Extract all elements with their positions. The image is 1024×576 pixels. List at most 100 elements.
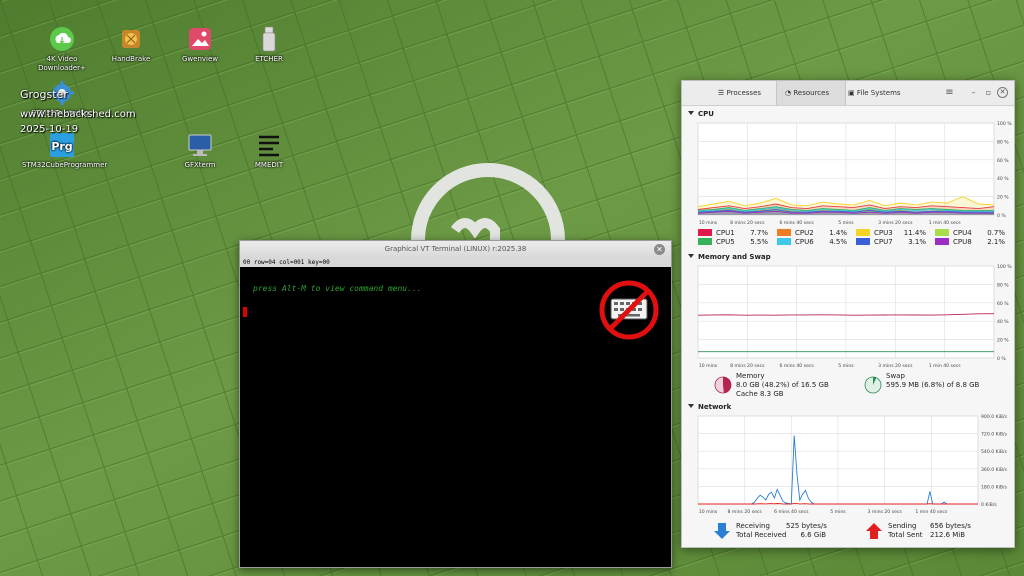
no-keyboard-icon xyxy=(599,280,659,340)
desktop-icon-label: 4K Video Downloader+ xyxy=(38,55,86,72)
desktop-icon-4k-video-downloader[interactable]: 4K Video Downloader+ xyxy=(22,26,102,73)
cpu-name: CPU4 xyxy=(953,229,972,237)
y-tick-label: 0 % xyxy=(997,356,1006,362)
cpu-legend-item-cpu3[interactable]: CPU3 11.4% xyxy=(856,229,932,237)
y-tick-label: 540.0 KiB/s xyxy=(981,449,1008,455)
cpu-legend-item-cpu7[interactable]: CPU7 3.1% xyxy=(856,238,932,246)
color-swatch[interactable] xyxy=(935,238,949,245)
cpu-name: CPU7 xyxy=(874,238,893,246)
cpu-legend-item-cpu6[interactable]: CPU6 4.5% xyxy=(777,238,853,246)
x-tick-label: 8 mins 20 secs xyxy=(727,509,762,515)
text-lines-icon xyxy=(259,135,279,157)
cpu-legend-item-cpu5[interactable]: CPU5 5.5% xyxy=(698,238,774,246)
cpu-name: CPU2 xyxy=(795,229,814,237)
color-swatch[interactable] xyxy=(856,229,870,236)
desktop-icon-handbrake[interactable]: HandBrake xyxy=(91,26,171,64)
section-network-header[interactable]: Network xyxy=(688,403,731,411)
total-sent-label: Total Sent xyxy=(888,531,923,539)
terminal-status-bar: 00 row=04 col=001 key=00 xyxy=(240,258,671,267)
cpu-name: CPU5 xyxy=(716,238,735,246)
vt-terminal-window[interactable]: Graphical VT Terminal (LINUX) r:2025.38 … xyxy=(239,240,672,568)
download-cloud-icon xyxy=(50,27,74,51)
hamburger-menu-icon[interactable]: ≡ xyxy=(944,87,955,98)
x-tick-label: 1 min 40 secs xyxy=(929,363,962,369)
desktop-icon-label: ETCHER xyxy=(255,55,283,63)
memory-history-chart: 100 % 80 % 60 % 40 % 20 % 0 % 10 mins 8 mins 20… xyxy=(697,264,1012,369)
cpu-name: CPU8 xyxy=(953,238,972,246)
section-memory-header[interactable]: Memory and Swap xyxy=(688,253,771,261)
cpu-value: 3.1% xyxy=(908,238,926,246)
tab-resources[interactable]: ◔ Resources xyxy=(776,81,846,105)
sending-value: 656 bytes/s xyxy=(930,522,971,530)
x-tick-label: 10 mins xyxy=(699,363,718,369)
x-tick-label: 6 mins 40 secs xyxy=(779,220,814,226)
total-received-value: 6.6 GiB xyxy=(800,531,826,539)
image-viewer-icon xyxy=(189,28,211,50)
y-tick-label: 60 % xyxy=(997,158,1009,164)
desktop-icon-label: STM32CubeProgrammer xyxy=(22,161,108,169)
swap-value: 595.9 MB (6.8%) of 8.8 GB xyxy=(886,381,980,389)
y-tick-label: 180.0 KiB/s xyxy=(981,484,1008,490)
cpu-legend-item-cpu1[interactable]: CPU1 7.7% xyxy=(698,229,774,237)
x-tick-label: 5 mins xyxy=(838,220,854,226)
x-tick-label: 6 mins 40 secs xyxy=(774,509,809,515)
tab-label: Processes xyxy=(726,89,762,97)
color-swatch[interactable] xyxy=(935,229,949,236)
cpu-value: 4.5% xyxy=(829,238,847,246)
desktop-icon-label: Gwenview xyxy=(181,55,218,63)
desktop-icon-stm32cubeprogrammer[interactable]: Prg STM32CubeProgrammer xyxy=(22,132,107,170)
y-tick-label: 720.0 KiB/s xyxy=(981,432,1008,438)
desktop-icon-mmedit[interactable]: MMEDIT xyxy=(229,132,309,170)
color-swatch[interactable] xyxy=(698,238,712,245)
tab-processes[interactable]: ☰ Processes xyxy=(710,81,782,105)
tab-label: File Systems xyxy=(856,89,901,97)
cpu-name: CPU1 xyxy=(716,229,735,237)
tab-file-systems[interactable]: ▣ File Systems xyxy=(840,81,918,105)
color-swatch[interactable] xyxy=(777,229,791,236)
color-swatch[interactable] xyxy=(856,238,870,245)
tab-label: Resources xyxy=(793,89,830,97)
cpu-legend-item-cpu4[interactable]: CPU4 0.7% xyxy=(935,229,1011,237)
cpu-value: 7.7% xyxy=(750,229,768,237)
cpu-name: CPU3 xyxy=(874,229,893,237)
close-icon[interactable]: ✕ xyxy=(997,87,1008,98)
x-tick-label: 6 mins 40 secs xyxy=(779,363,814,369)
color-swatch[interactable] xyxy=(698,229,712,236)
memory-pie-icon xyxy=(714,376,732,394)
cpu-legend-item-cpu8[interactable]: CPU8 2.1% xyxy=(935,238,1011,246)
color-swatch[interactable] xyxy=(777,238,791,245)
y-tick-label: 900.0 KiB/s xyxy=(981,414,1008,420)
cpu-value: 5.5% xyxy=(750,238,768,246)
pineapple-icon xyxy=(122,30,140,48)
y-tick-label: 80 % xyxy=(997,139,1009,145)
x-tick-label: 8 mins 20 secs xyxy=(730,363,765,369)
minimize-icon[interactable]: – xyxy=(968,87,979,98)
y-tick-label: 100 % xyxy=(997,264,1012,270)
desktop-icon-gfxterm[interactable]: GFXterm xyxy=(160,132,240,170)
x-tick-label: 5 mins xyxy=(830,509,846,515)
x-tick-label: 5 mins xyxy=(838,363,854,369)
cpu-name: CPU6 xyxy=(795,238,814,246)
y-tick-label: 80 % xyxy=(997,282,1009,288)
overlay-user: Grogster xyxy=(20,88,68,101)
section-title: CPU xyxy=(698,110,714,118)
desktop-icon-gwenview[interactable]: Gwenview xyxy=(160,26,240,64)
section-title: Memory and Swap xyxy=(698,253,771,261)
window-headerbar[interactable]: ☰ Processes ◔ Resources ▣ File Systems ≡… xyxy=(682,81,1014,106)
cpu-legend-item-cpu2[interactable]: CPU2 1.4% xyxy=(777,229,853,237)
desktop-icon-etcher[interactable]: ETCHER xyxy=(229,26,309,64)
section-cpu-header[interactable]: CPU xyxy=(688,110,714,118)
terminal-message: press Alt-M to view command menu... xyxy=(253,284,422,293)
prg-icon: Prg xyxy=(50,133,74,157)
window-titlebar[interactable]: Graphical VT Terminal (LINUX) r:2025.38 … xyxy=(240,241,671,258)
system-monitor-window[interactable]: ☰ Processes ◔ Resources ▣ File Systems ≡… xyxy=(681,80,1015,548)
section-title: Network xyxy=(698,403,732,411)
cpu-legend: CPU1 7.7% CPU2 1.4% CPU3 11.4% CPU4 0.7% CPU5 5.5… xyxy=(698,229,1014,251)
receiving-label: Receiving xyxy=(736,522,770,530)
maximize-icon[interactable]: ▫ xyxy=(983,87,994,98)
swap-label: Swap xyxy=(886,372,905,380)
cpu-value: 11.4% xyxy=(903,229,926,237)
monitor-icon xyxy=(188,134,212,156)
close-icon[interactable]: ✕ xyxy=(654,244,665,255)
x-tick-label: 3 mins 20 secs xyxy=(878,363,913,369)
